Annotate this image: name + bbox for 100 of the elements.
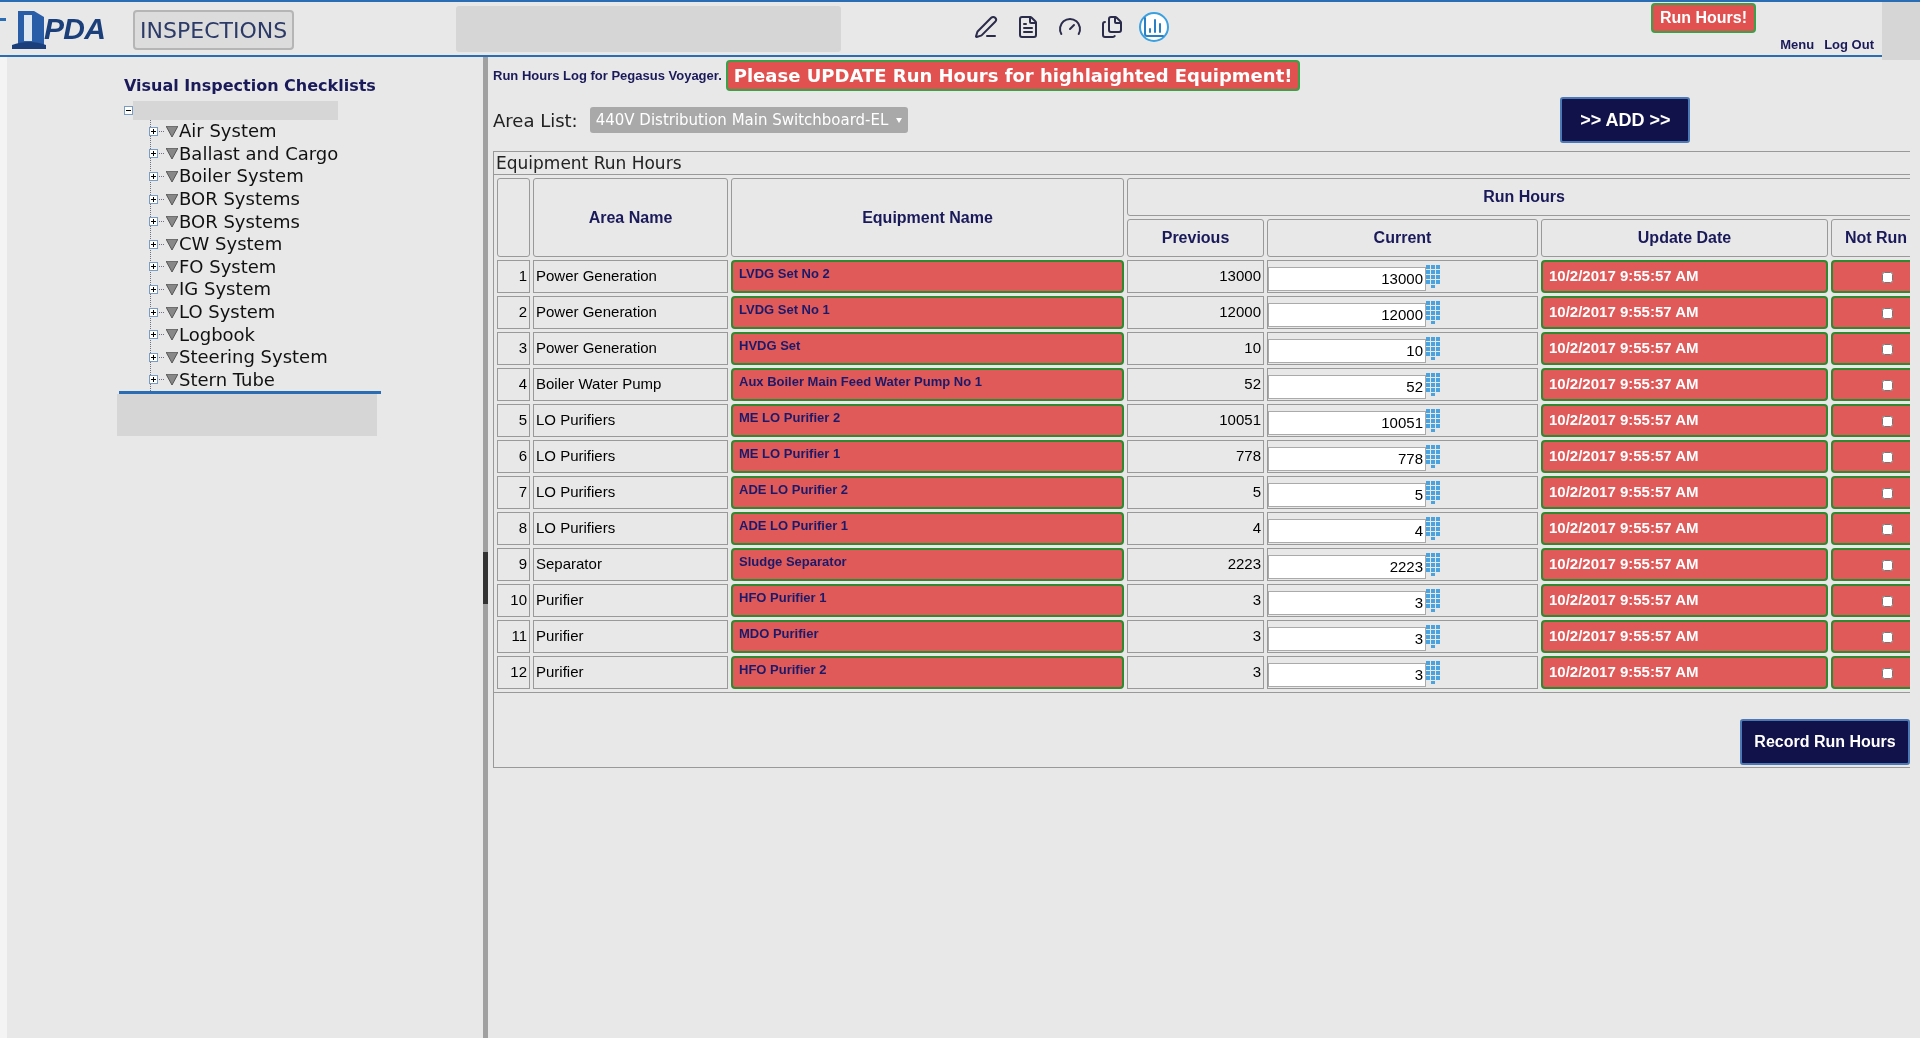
tree-item[interactable]: Air System (179, 122, 277, 141)
expand-icon[interactable] (149, 307, 158, 317)
equipment-cell: ME LO Purifier 1 (731, 440, 1124, 473)
equipment-cell: ADE LO Purifier 2 (731, 476, 1124, 509)
row-number: 6 (497, 440, 530, 473)
equipment-cell: LVDG Set No 2 (731, 260, 1124, 293)
tree-item[interactable]: IG System (179, 280, 272, 299)
tree-item[interactable]: Ballast and Cargo (179, 144, 339, 163)
not-run-checkbox[interactable] (1881, 595, 1893, 607)
current-hours-field[interactable]: 52 (1268, 374, 1426, 399)
equipment-cell: ME LO Purifier 2 (731, 404, 1124, 437)
tree-item[interactable]: LO System (179, 303, 276, 322)
update-date-cell: 10/2/2017 9:55:57 AM (1541, 296, 1828, 329)
current-hours-field[interactable]: 4 (1268, 518, 1426, 543)
row-number: 3 (497, 332, 530, 365)
not-run-checkbox[interactable] (1881, 487, 1893, 499)
table-cell: LO Purifiers (533, 440, 728, 473)
expand-icon[interactable] (149, 352, 158, 362)
add-button[interactable]: >> ADD >> (1560, 97, 1691, 143)
current-hours-field[interactable]: 3 (1268, 626, 1426, 651)
current-hours-field[interactable]: 5 (1268, 482, 1426, 507)
triangle-icon (166, 351, 178, 363)
expand-icon[interactable] (149, 194, 158, 204)
table-cell: 3 (1127, 584, 1264, 617)
table-header-cell: Run Hours (1127, 178, 1910, 216)
triangle-icon (166, 148, 178, 160)
not-run-checkbox[interactable] (1881, 523, 1893, 535)
equipment-cell: ADE LO Purifier 1 (731, 512, 1124, 545)
current-hours-field[interactable]: 3 (1268, 662, 1426, 687)
triangle-icon (166, 261, 178, 273)
bar-chart-icon[interactable] (1139, 12, 1170, 42)
table-cell: Power Generation (533, 296, 728, 329)
table-cell: 3 (1127, 620, 1264, 653)
tree-item[interactable]: Steering System (179, 348, 328, 367)
expand-icon[interactable] (149, 262, 158, 272)
run-hours-badge[interactable]: Run Hours! (1650, 3, 1756, 33)
not-run-checkbox[interactable] (1881, 307, 1893, 319)
row-number: 5 (497, 404, 530, 437)
expand-icon[interactable] (149, 375, 158, 385)
equipment-cell: HVDG Set (731, 332, 1124, 365)
not-run-checkbox[interactable] (1881, 451, 1893, 463)
table-cell: Power Generation (533, 332, 728, 365)
expand-icon[interactable] (149, 149, 158, 159)
equipment-cell: HFO Purifier 1 (731, 584, 1124, 617)
not-run-checkbox[interactable] (1881, 343, 1893, 355)
tree-item[interactable]: BOR Systems (179, 190, 300, 209)
not-run-checkbox[interactable] (1881, 415, 1893, 427)
header-link[interactable]: Log Out (1824, 35, 1874, 55)
collapse-icon[interactable] (124, 106, 133, 115)
table-cell: 778 (1127, 440, 1264, 473)
tree-item[interactable]: Logbook (179, 325, 256, 344)
record-run-hours-button[interactable]: Record Run Hours (1740, 719, 1910, 765)
expand-icon[interactable] (149, 330, 158, 340)
table-cell: Purifier (533, 584, 728, 617)
equipment-cell: LVDG Set No 1 (731, 296, 1124, 329)
caret-icon (896, 117, 903, 123)
expand-icon[interactable] (149, 126, 158, 136)
row-number: 2 (497, 296, 530, 329)
table-caption: Equipment Run Hours (494, 152, 1910, 175)
row-number: 1 (497, 260, 530, 293)
tree-item[interactable]: FO System (179, 257, 277, 276)
current-hours-field[interactable]: 13000 (1268, 266, 1426, 291)
tree-item[interactable]: CW System (179, 235, 283, 254)
table-cell: 5 (1127, 476, 1264, 509)
equipment-cell: MDO Purifier (731, 620, 1124, 653)
warning-banner: Please UPDATE Run Hours for highlaighted Equipment! (725, 60, 1301, 91)
not-run-checkbox[interactable] (1881, 379, 1893, 391)
expand-icon[interactable] (149, 284, 158, 294)
inspections-button[interactable]: INSPECTIONS (133, 10, 295, 50)
tree-item[interactable]: BOR Systems (179, 212, 300, 231)
not-run-checkbox[interactable] (1881, 559, 1893, 571)
triangle-icon (166, 238, 178, 250)
table-cell: Separator (533, 548, 728, 581)
tree-item[interactable]: Boiler System (179, 167, 304, 186)
current-hours-field[interactable]: 3 (1268, 590, 1426, 615)
tree-item[interactable]: Stern Tube (179, 370, 275, 389)
table-cell: 12000 (1127, 296, 1264, 329)
current-hours-field[interactable]: 778 (1268, 446, 1426, 471)
not-run-checkbox[interactable] (1881, 667, 1893, 679)
table-cell: Power Generation (533, 260, 728, 293)
not-run-checkbox[interactable] (1881, 631, 1893, 643)
current-hours-field[interactable]: 2223 (1268, 554, 1426, 579)
expand-icon[interactable] (149, 172, 158, 181)
expand-icon[interactable] (149, 239, 158, 249)
not-run-checkbox[interactable] (1881, 271, 1893, 283)
triangle-icon (166, 306, 178, 318)
update-date-cell: 10/2/2017 9:55:57 AM (1541, 620, 1828, 653)
current-hours-field[interactable]: 10051 (1268, 410, 1426, 435)
table-cell: 10051 (1127, 404, 1264, 437)
triangle-icon (166, 125, 178, 137)
current-hours-field[interactable]: 12000 (1268, 302, 1426, 327)
header-link[interactable]: Menu (1780, 35, 1815, 55)
current-hours-field[interactable]: 10 (1268, 338, 1426, 363)
row-number: 8 (497, 512, 530, 545)
table-header-cell: Not Run (1831, 219, 1910, 257)
triangle-icon (166, 171, 178, 182)
equipment-cell: Sludge Separator (731, 548, 1124, 581)
row-number: 10 (497, 584, 530, 617)
expand-icon[interactable] (149, 217, 158, 227)
update-date-cell: 10/2/2017 9:55:57 AM (1541, 548, 1828, 581)
